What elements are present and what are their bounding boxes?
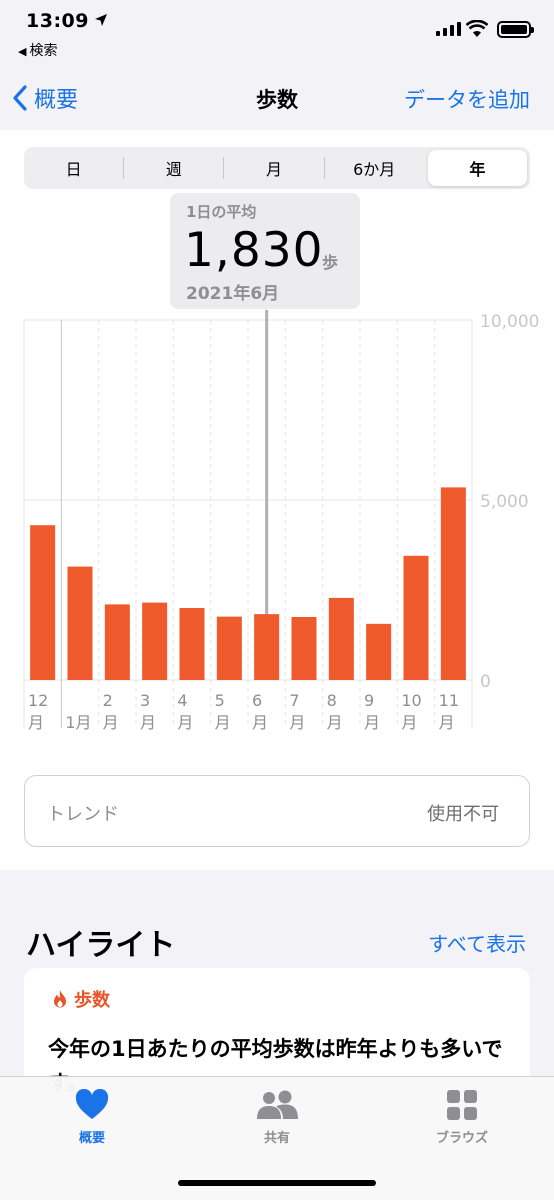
x-tick-label: 5	[215, 691, 225, 710]
bar-2[interactable]	[104, 604, 130, 680]
bar-5[interactable]	[216, 616, 242, 680]
location-arrow-icon	[95, 14, 107, 26]
bar-1[interactable]	[67, 566, 93, 680]
x-tick-label: 4	[177, 691, 187, 710]
x-tick-label: 11	[439, 691, 459, 710]
back-to-app[interactable]: ◀ 検索	[18, 40, 57, 60]
x-tick-label-unit: 月	[364, 713, 380, 730]
x-tick-label-unit: 月	[103, 713, 119, 730]
trend-label: トレンド	[47, 804, 119, 825]
tab-browse-label: ブラウズ	[435, 1131, 488, 1146]
flame-icon	[54, 990, 66, 1008]
x-tick-label: 10	[401, 691, 421, 710]
trend-value: 使用不可	[427, 804, 499, 825]
callout-unit: 歩	[322, 253, 339, 272]
x-tick-label: 7	[289, 691, 299, 710]
x-tick-label-unit: 月	[327, 713, 343, 730]
chart-panel: 日週月 6か月年 1日の平均 1,830 歩 2021年6月 10,000 5,00…	[0, 130, 554, 870]
x-tick-label: 2	[103, 691, 113, 710]
x-tick-label-unit: 月	[140, 713, 156, 730]
segment-divider	[424, 157, 425, 179]
segment-0[interactable]: 日	[24, 147, 123, 189]
bar-10[interactable]	[403, 555, 429, 680]
cellular-signal-icon	[436, 22, 461, 36]
x-tick-label-unit: 月	[28, 713, 44, 730]
x-tick-label: 8	[327, 691, 337, 710]
bar-0[interactable]	[30, 525, 56, 680]
segment-4[interactable]: 年	[427, 150, 528, 186]
x-tick-label-unit: 月	[289, 713, 305, 730]
bar-6[interactable]	[254, 614, 280, 680]
x-tick-label-unit: 月	[439, 713, 455, 730]
segment-1[interactable]: 週	[124, 147, 223, 189]
x-tick-label-unit: 月	[401, 713, 417, 730]
callout-label: 1日の平均	[186, 203, 257, 221]
tab-summary-label: 概要	[78, 1131, 105, 1146]
status-bar: 13:09 ◀ 検索	[0, 0, 554, 62]
card-tag: 歩数	[52, 986, 110, 1012]
bar-8[interactable]	[328, 597, 354, 680]
wifi-icon	[466, 20, 488, 37]
x-tick-label: 3	[140, 691, 150, 710]
x-tick-label: 9	[364, 691, 374, 710]
card-tag-label: 歩数	[74, 990, 110, 1011]
segment-3[interactable]: 6か月	[325, 147, 424, 189]
tab-sharing[interactable]: 共有	[217, 1089, 337, 1146]
callout-value: 1,830	[184, 223, 324, 278]
x-tick-label: 12	[28, 691, 48, 710]
x-tick-label: 6	[252, 691, 262, 710]
x-tick-label-unit: 月	[177, 713, 193, 730]
range-segmented-control: 日週月 6か月年	[24, 147, 530, 189]
status-time: 13:09	[26, 10, 89, 32]
trend-row[interactable]: トレンド 使用不可	[24, 775, 530, 847]
bar-11[interactable]	[440, 487, 466, 680]
tab-summary[interactable]: 概要	[32, 1089, 152, 1146]
tab-browse[interactable]: ブラウズ	[402, 1089, 522, 1146]
heart-icon	[75, 1089, 109, 1119]
show-all-link[interactable]: すべて表示	[428, 928, 526, 957]
callout-date: 2021年6月	[186, 284, 280, 304]
steps-bar-chart[interactable]: 10,000 5,000 0 12 月 1月 2 月 3 月 4 月 5 月 6 月 7 月 8 月 9 月 10 月 11 月	[0, 310, 554, 730]
y-tick-label: 5,000	[480, 492, 529, 512]
x-tick-label-unit: 月	[215, 713, 231, 730]
tab-sharing-label: 共有	[263, 1131, 290, 1146]
navigation-bar: 概要 歩数 データを追加	[0, 62, 554, 130]
x-tick-label-unit: 月	[252, 713, 268, 730]
bar-7[interactable]	[291, 617, 317, 680]
x-tick-label: 1月	[65, 713, 91, 730]
y-tick-label: 10,000	[480, 312, 539, 332]
y-tick-label: 0	[480, 672, 491, 692]
highlights-title: ハイライト	[26, 928, 176, 963]
bar-4[interactable]	[179, 608, 205, 680]
average-callout: 1日の平均 1,830 歩 2021年6月	[170, 193, 360, 309]
people-icon	[257, 1090, 298, 1119]
grid-icon	[447, 1090, 477, 1120]
home-indicator	[178, 1180, 376, 1186]
battery-icon	[497, 21, 534, 38]
add-data-button[interactable]: データを追加	[404, 84, 530, 114]
bar-3[interactable]	[142, 602, 168, 680]
segment-2[interactable]: 月	[224, 147, 323, 189]
back-triangle-icon: ◀	[18, 45, 27, 58]
bar-9[interactable]	[366, 623, 392, 680]
